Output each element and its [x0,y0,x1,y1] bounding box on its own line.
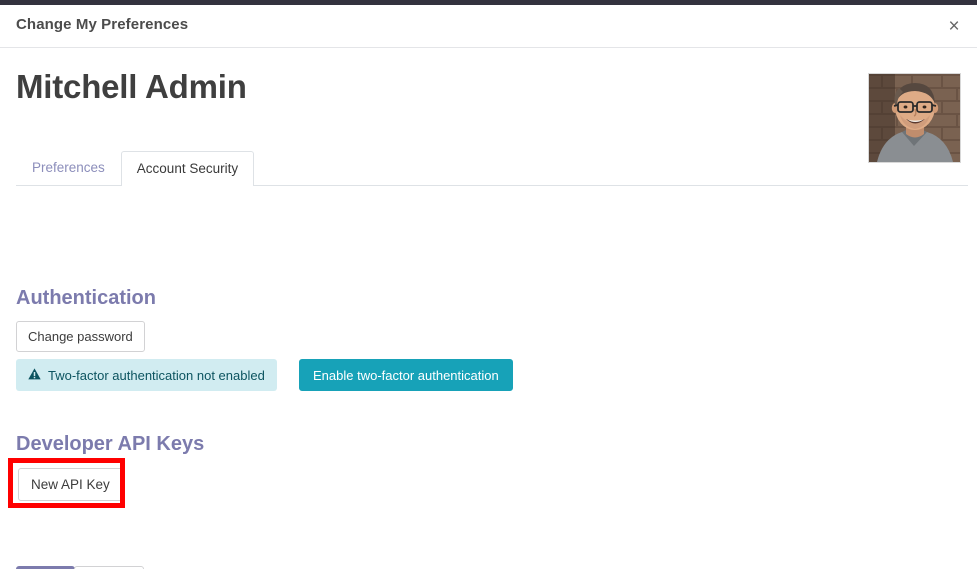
tab-account-security[interactable]: Account Security [120,151,255,186]
warning-triangle-icon [28,368,41,382]
enable-two-factor-button[interactable]: Enable two-factor authentication [299,359,513,391]
record-header: Mitchell Admin [16,48,961,163]
tab-preferences[interactable]: Preferences [16,150,121,185]
two-factor-status-text: Two-factor authentication not enabled [48,367,265,383]
close-icon[interactable]: × [940,13,968,41]
dialog-header: Change My Preferences × [0,5,977,48]
change-password-button[interactable]: Change password [16,321,145,352]
tab-bar: Preferences Account Security [16,150,968,186]
authentication-heading: Authentication [16,287,156,309]
developer-api-keys-heading: Developer API Keys [16,433,205,455]
avatar-photo [869,74,960,162]
preferences-dialog: Change My Preferences × Mitchell Admin P… [0,0,977,569]
two-factor-status-badge: Two-factor authentication not enabled [16,359,277,391]
page-title: Mitchell Admin [16,68,247,105]
new-api-key-button[interactable]: New API Key [18,468,123,501]
dialog-title: Change My Preferences [16,16,189,33]
dialog-body: Mitchell Admin Preferences Account Secur… [0,48,977,569]
